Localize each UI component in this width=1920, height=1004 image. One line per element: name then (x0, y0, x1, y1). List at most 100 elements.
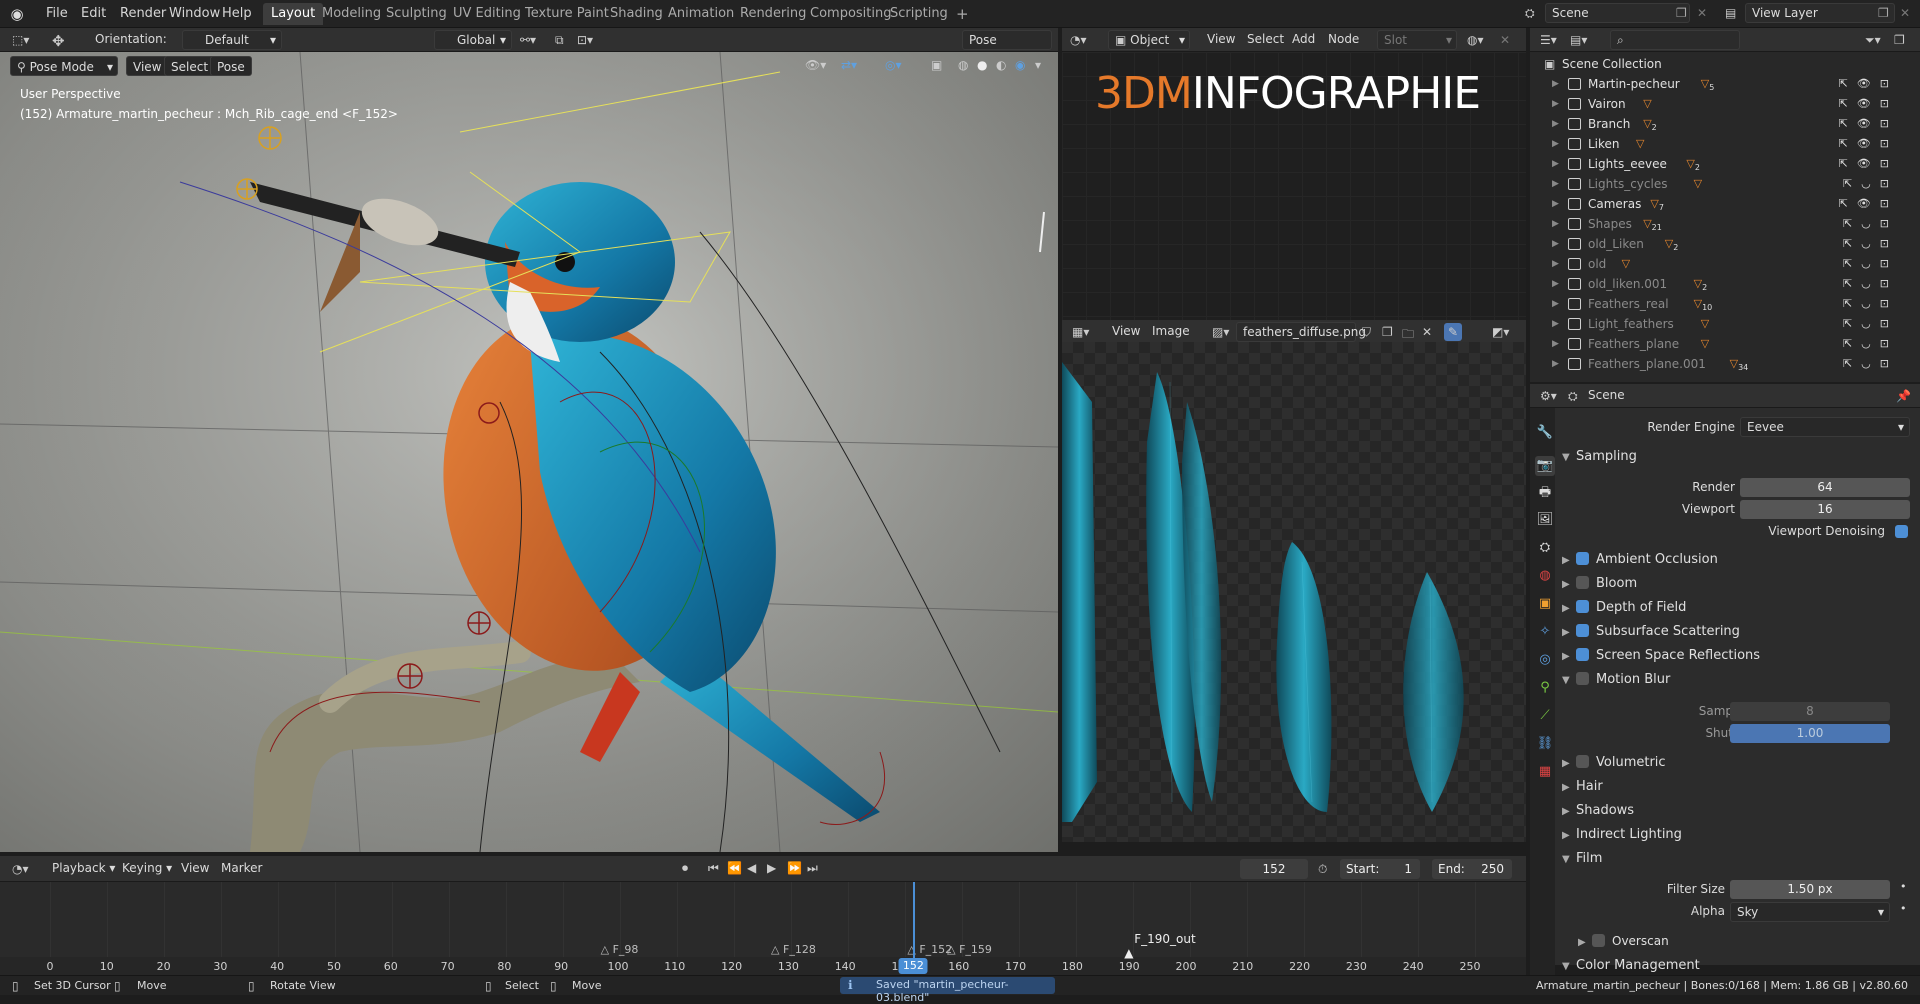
effect-checkbox[interactable] (1576, 576, 1589, 589)
sampling-panel-header[interactable]: ▼ Sampling (1562, 446, 1637, 468)
expand-arrow-icon[interactable]: ▶ (1552, 234, 1559, 254)
output-tab-icon[interactable]: 🖶 (1535, 483, 1555, 503)
image-menu-image[interactable]: Image (1152, 324, 1190, 338)
close-view-layer-icon[interactable]: ✕ (1900, 6, 1910, 20)
playhead[interactable] (913, 882, 916, 964)
xray-icon[interactable]: ▣ (931, 58, 942, 72)
blender-logo-icon[interactable]: ◉ (8, 5, 26, 23)
duplicate-image-icon[interactable]: ❐ (1382, 325, 1393, 339)
close-icon[interactable]: ✕ (1500, 33, 1510, 47)
expand-arrow-icon[interactable]: ▶ (1552, 354, 1559, 374)
viewport-menu-pose[interactable]: Pose (210, 56, 252, 76)
outliner-item[interactable]: ▶ Feathers_plane ▽ ⇱◡⊡ (1530, 334, 1912, 354)
viewport-menu-view[interactable]: View (126, 56, 169, 76)
effect-panel-header[interactable]: ▶ Screen Space Reflections (1562, 645, 1760, 667)
gizmo-icon[interactable]: ⇄▾ (841, 58, 857, 72)
expand-arrow-icon[interactable]: ▶ (1552, 334, 1559, 354)
timeline-marker-out[interactable]: F_190_out ▲ (1124, 932, 1195, 960)
menu-help[interactable]: Help (216, 4, 258, 24)
restrict-toggles[interactable]: ⇱◡⊡ (1843, 214, 1898, 234)
proportional-edit-icon[interactable]: ⊡▾ (577, 33, 593, 47)
view-layer-tab-icon[interactable]: 🖼 (1535, 510, 1555, 530)
pin-icon[interactable]: ✎ (1444, 323, 1462, 341)
menu-edit[interactable]: Edit (75, 4, 112, 24)
preview-range-icon[interactable]: ⏱ (1318, 862, 1327, 877)
copy-scene-icon[interactable]: ❐ (1676, 6, 1687, 20)
end-frame-field[interactable]: End: 250 (1432, 859, 1512, 879)
outliner-item[interactable]: ▶ Lights_eevee ▽2 ⇱👁⊡ (1530, 154, 1912, 174)
menu-file[interactable]: File (40, 4, 74, 24)
add-workspace-button[interactable]: + (948, 3, 977, 25)
node-menu-view[interactable]: View (1207, 32, 1235, 46)
display-channels-icon[interactable]: ◩▾ (1492, 325, 1509, 339)
restrict-toggles[interactable]: ⇱👁⊡ (1839, 134, 1898, 154)
editor-type-icon[interactable]: ☰▾ (1540, 33, 1557, 47)
expand-arrow-icon[interactable]: ▶ (1552, 154, 1559, 174)
view-layer-selector[interactable]: View Layer (1745, 3, 1895, 23)
editor-type-icon[interactable]: ⚙▾ (1540, 389, 1557, 403)
outliner-item[interactable]: ▶ old_liken.001 ▽2 ⇱◡⊡ (1530, 274, 1912, 294)
restrict-toggles[interactable]: ⇱◡⊡ (1843, 254, 1898, 274)
fake-user-icon[interactable]: ⛉ (1362, 325, 1371, 340)
expand-arrow-icon[interactable]: ▶ (1552, 114, 1559, 134)
save-report[interactable]: ℹ Saved "martin_pecheur-03.blend" (840, 977, 1055, 1004)
next-keyframe-icon[interactable]: ⏩ (787, 861, 802, 875)
tab-sculpting[interactable]: Sculpting (378, 3, 455, 25)
chevron-down-icon[interactable]: ▾ (1035, 58, 1041, 72)
play-icon[interactable]: ▶ (767, 861, 776, 875)
current-frame-field[interactable]: 152 (1240, 859, 1308, 879)
tab-scripting[interactable]: Scripting (882, 3, 956, 25)
editor-type-icon[interactable]: ⬚▾ (12, 33, 29, 47)
scene-selector[interactable]: Scene (1545, 3, 1690, 23)
render-engine-dropdown[interactable]: Eevee ▾ (1740, 417, 1910, 437)
record-icon[interactable]: ⏺ (682, 861, 688, 876)
unlink-image-icon[interactable]: ✕ (1422, 325, 1432, 339)
timeline-menu-playback[interactable]: Playback ▾ (52, 861, 115, 875)
world-icon[interactable]: ◍▾ (1467, 33, 1484, 47)
bone-tab-icon[interactable]: ⟋ (1535, 706, 1555, 726)
overlays-icon[interactable]: ◎▾ (885, 58, 902, 72)
object-data-tab-icon[interactable]: ⚲ (1535, 678, 1555, 698)
viewport-menu-select[interactable]: Select (164, 56, 216, 76)
effect-checkbox[interactable] (1576, 600, 1589, 613)
node-menu-select[interactable]: Select (1247, 32, 1284, 46)
timeline-marker[interactable]: △ F_98 (601, 943, 639, 956)
snap-icon[interactable]: ⧉ (555, 33, 564, 48)
effect-panel-header[interactable]: ▶ Subsurface Scattering (1562, 621, 1740, 643)
scene-tab-icon[interactable]: ⛭ (1535, 538, 1555, 558)
jump-start-icon[interactable]: ⏮ (708, 861, 719, 876)
restrict-toggles[interactable]: ⇱◡⊡ (1843, 354, 1898, 374)
editor-type-icon[interactable]: ◔▾ (12, 862, 29, 876)
timeline-menu-view[interactable]: View (181, 861, 209, 875)
effect-panel-header[interactable]: ▶ Bloom (1562, 573, 1637, 595)
restrict-toggles[interactable]: ⇱◡⊡ (1843, 274, 1898, 294)
restrict-toggles[interactable]: ⇱◡⊡ (1843, 314, 1898, 334)
restrict-toggles[interactable]: ⇱◡⊡ (1843, 234, 1898, 254)
pin-icon[interactable]: 📌 (1896, 389, 1911, 403)
expand-arrow-icon[interactable]: ▶ (1552, 214, 1559, 234)
image-name-field[interactable]: feathers_diffuse.png (1236, 322, 1366, 342)
node-tree-type-dropdown[interactable]: ▣ Object ▾ (1108, 30, 1190, 50)
effect-checkbox[interactable] (1576, 648, 1589, 661)
outliner-item[interactable]: ▶ Vairon ▽ ⇱👁⊡ (1530, 94, 1912, 114)
expand-arrow-icon[interactable]: ▶ (1552, 134, 1559, 154)
outliner-item[interactable]: ▶ old ▽ ⇱◡⊡ (1530, 254, 1912, 274)
copy-view-layer-icon[interactable]: ❐ (1878, 6, 1889, 20)
tab-animation[interactable]: Animation (660, 3, 742, 25)
restrict-toggles[interactable]: ⇱◡⊡ (1843, 174, 1898, 194)
render-tab-icon[interactable]: 📷 (1535, 456, 1555, 476)
hair-panel-header[interactable]: ▶ Hair (1562, 776, 1603, 798)
material-shading-icon[interactable]: ◐ (996, 58, 1006, 72)
editor-type-icon[interactable]: ◔▾ (1070, 33, 1087, 47)
expand-arrow-icon[interactable]: ▶ (1552, 194, 1559, 214)
volumetric-checkbox[interactable] (1576, 755, 1589, 768)
viewport-denoising-checkbox[interactable] (1895, 525, 1908, 538)
outliner-item[interactable]: ▶ Martin-pecheur ▽5 ⇱👁⊡ (1530, 74, 1912, 94)
effect-panel-header[interactable]: ▼ Motion Blur (1562, 669, 1670, 691)
viewport-samples-field[interactable]: 16 (1740, 500, 1910, 519)
prev-keyframe-icon[interactable]: ⏪ (727, 861, 742, 875)
mode-dropdown[interactable]: ⚲ Pose Mode ▾ (10, 56, 118, 76)
effect-checkbox[interactable] (1576, 624, 1589, 637)
play-reverse-icon[interactable]: ◀ (747, 861, 756, 875)
wireframe-shading-icon[interactable]: ◍ (958, 58, 968, 72)
